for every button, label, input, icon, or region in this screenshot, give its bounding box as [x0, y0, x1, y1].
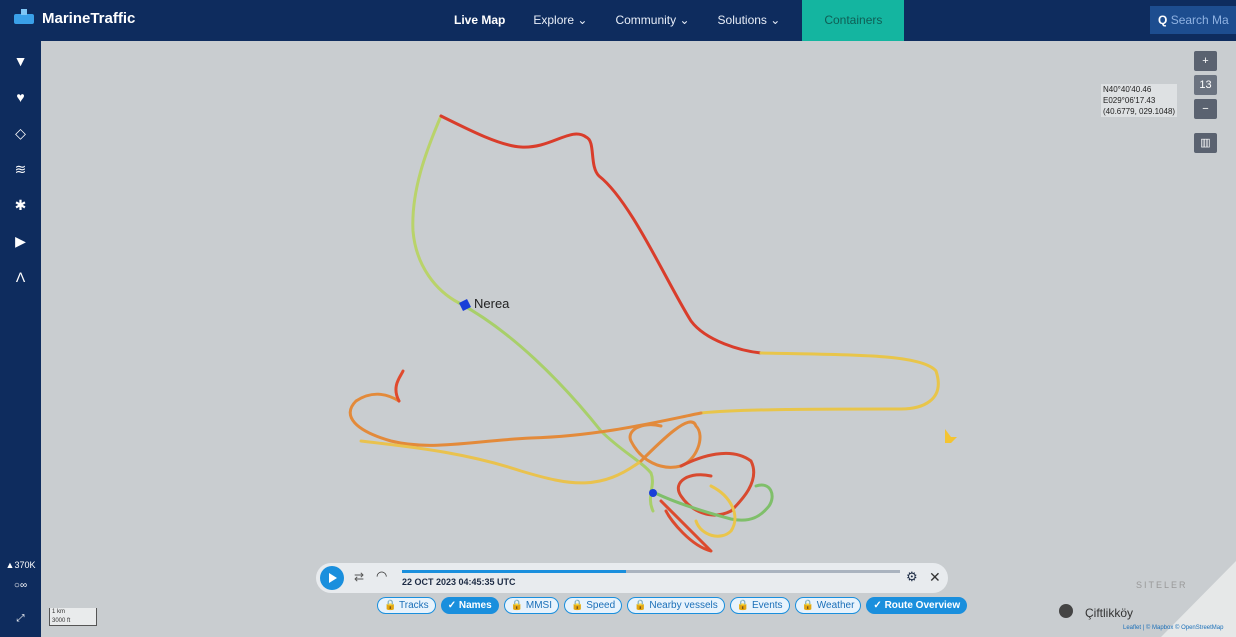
ship-icon	[14, 9, 34, 24]
fullscreen-icon[interactable]: ⤢	[0, 601, 41, 637]
brand-logo[interactable]: MarineTraffic	[12, 6, 135, 30]
timeline-progress	[402, 570, 627, 573]
chip-tracks[interactable]: 🔒 Tracks	[377, 597, 436, 614]
zoom-out-button[interactable]: −	[1194, 99, 1217, 119]
zoom-in-button[interactable]: +	[1194, 51, 1217, 71]
chip-weather[interactable]: 🔒 Weather	[794, 597, 862, 614]
chip-route-overview[interactable]: ✓ Route Overview	[866, 597, 968, 614]
search-input[interactable]: Q Search Ma	[1150, 6, 1236, 34]
brand-name: MarineTraffic	[42, 9, 136, 27]
coordinates-readout: N40°40'40.46 E029°06'17.43 (40.6779, 029…	[1101, 84, 1178, 117]
filter-icon[interactable]: ▼	[0, 43, 41, 79]
chip-nearby-vessels[interactable]: 🔒 Nearby vessels	[627, 597, 725, 614]
chevron-down-icon: ⌄	[679, 13, 690, 27]
heart-icon[interactable]: ♥	[0, 79, 41, 115]
main-nav: Live Map Explore ⌄ Community ⌄ Solutions…	[440, 0, 905, 41]
left-sidebar: ▼ ♥ ◇ ≋ ✱ ▶ Λ ▲370K ○∞ ⤢	[0, 41, 41, 637]
nav-containers[interactable]: Containers	[802, 0, 905, 41]
scale-bar: 1 km 3000 ft	[49, 608, 97, 626]
search-icon: Q	[1158, 13, 1168, 27]
timeline-slider[interactable]	[402, 570, 900, 573]
repeat-icon[interactable]: ⇄	[354, 570, 364, 584]
chip-events[interactable]: 🔒 Events	[729, 597, 790, 614]
route-filter-chips: 🔒 Tracks ✓ Names 🔒 MMSI 🔒 Speed 🔒 Nearby ves…	[377, 597, 968, 614]
chevron-down-icon: ⌄	[770, 13, 781, 27]
layers-icon[interactable]: ◇	[0, 115, 41, 151]
top-navbar: MarineTraffic Live Map Explore ⌄ Communi…	[0, 0, 1236, 41]
close-icon[interactable]: ✕	[929, 569, 941, 586]
loop-icon[interactable]: ○∞	[0, 576, 41, 596]
nav-live-map[interactable]: Live Map	[440, 0, 519, 41]
running-icon[interactable]: ✱	[0, 187, 41, 223]
wind-icon[interactable]: ≋	[0, 151, 41, 187]
map-type-icon[interactable]: ▥	[1194, 133, 1217, 153]
timestamp: 22 OCT 2023 04:45:35 UTC	[402, 577, 516, 587]
measure-icon[interactable]: Λ	[0, 259, 41, 295]
nav-community[interactable]: Community ⌄	[601, 0, 703, 41]
vessel-label[interactable]: Nerea	[474, 296, 509, 311]
play-button[interactable]	[320, 566, 344, 590]
place-label: Çiftlikköy	[1085, 606, 1134, 620]
chip-names[interactable]: ✓ Names	[440, 597, 499, 614]
map-attribution[interactable]: Leaflet | © Mapbox © OpenStreetMap	[1123, 625, 1223, 631]
chevron-down-icon: ⌄	[577, 13, 588, 27]
play-icon[interactable]: ▶	[0, 223, 41, 259]
nav-solutions[interactable]: Solutions ⌄	[704, 0, 795, 41]
speed-icon[interactable]: ◠	[376, 568, 387, 584]
nav-explore[interactable]: Explore ⌄	[519, 0, 601, 41]
chip-mmsi[interactable]: 🔒 MMSI	[503, 597, 559, 614]
place-small-label: SITELER	[1136, 580, 1188, 590]
map-area[interactable]: + 13 − ▥ Nerea SITELER Çiftlikköy	[41, 41, 1236, 637]
settings-gear-icon[interactable]: ⚙	[906, 569, 918, 585]
vessel-marker-icon	[945, 429, 957, 443]
place-icon	[1059, 604, 1073, 618]
vessel-track	[348, 114, 1236, 637]
playback-bar: ⇄ ◠ 22 OCT 2023 04:45:35 UTC ⚙ ✕	[316, 563, 948, 593]
zoom-level: 13	[1194, 75, 1217, 95]
chip-speed[interactable]: 🔒 Speed	[564, 597, 623, 614]
vessel-count: ▲370K	[5, 560, 36, 570]
